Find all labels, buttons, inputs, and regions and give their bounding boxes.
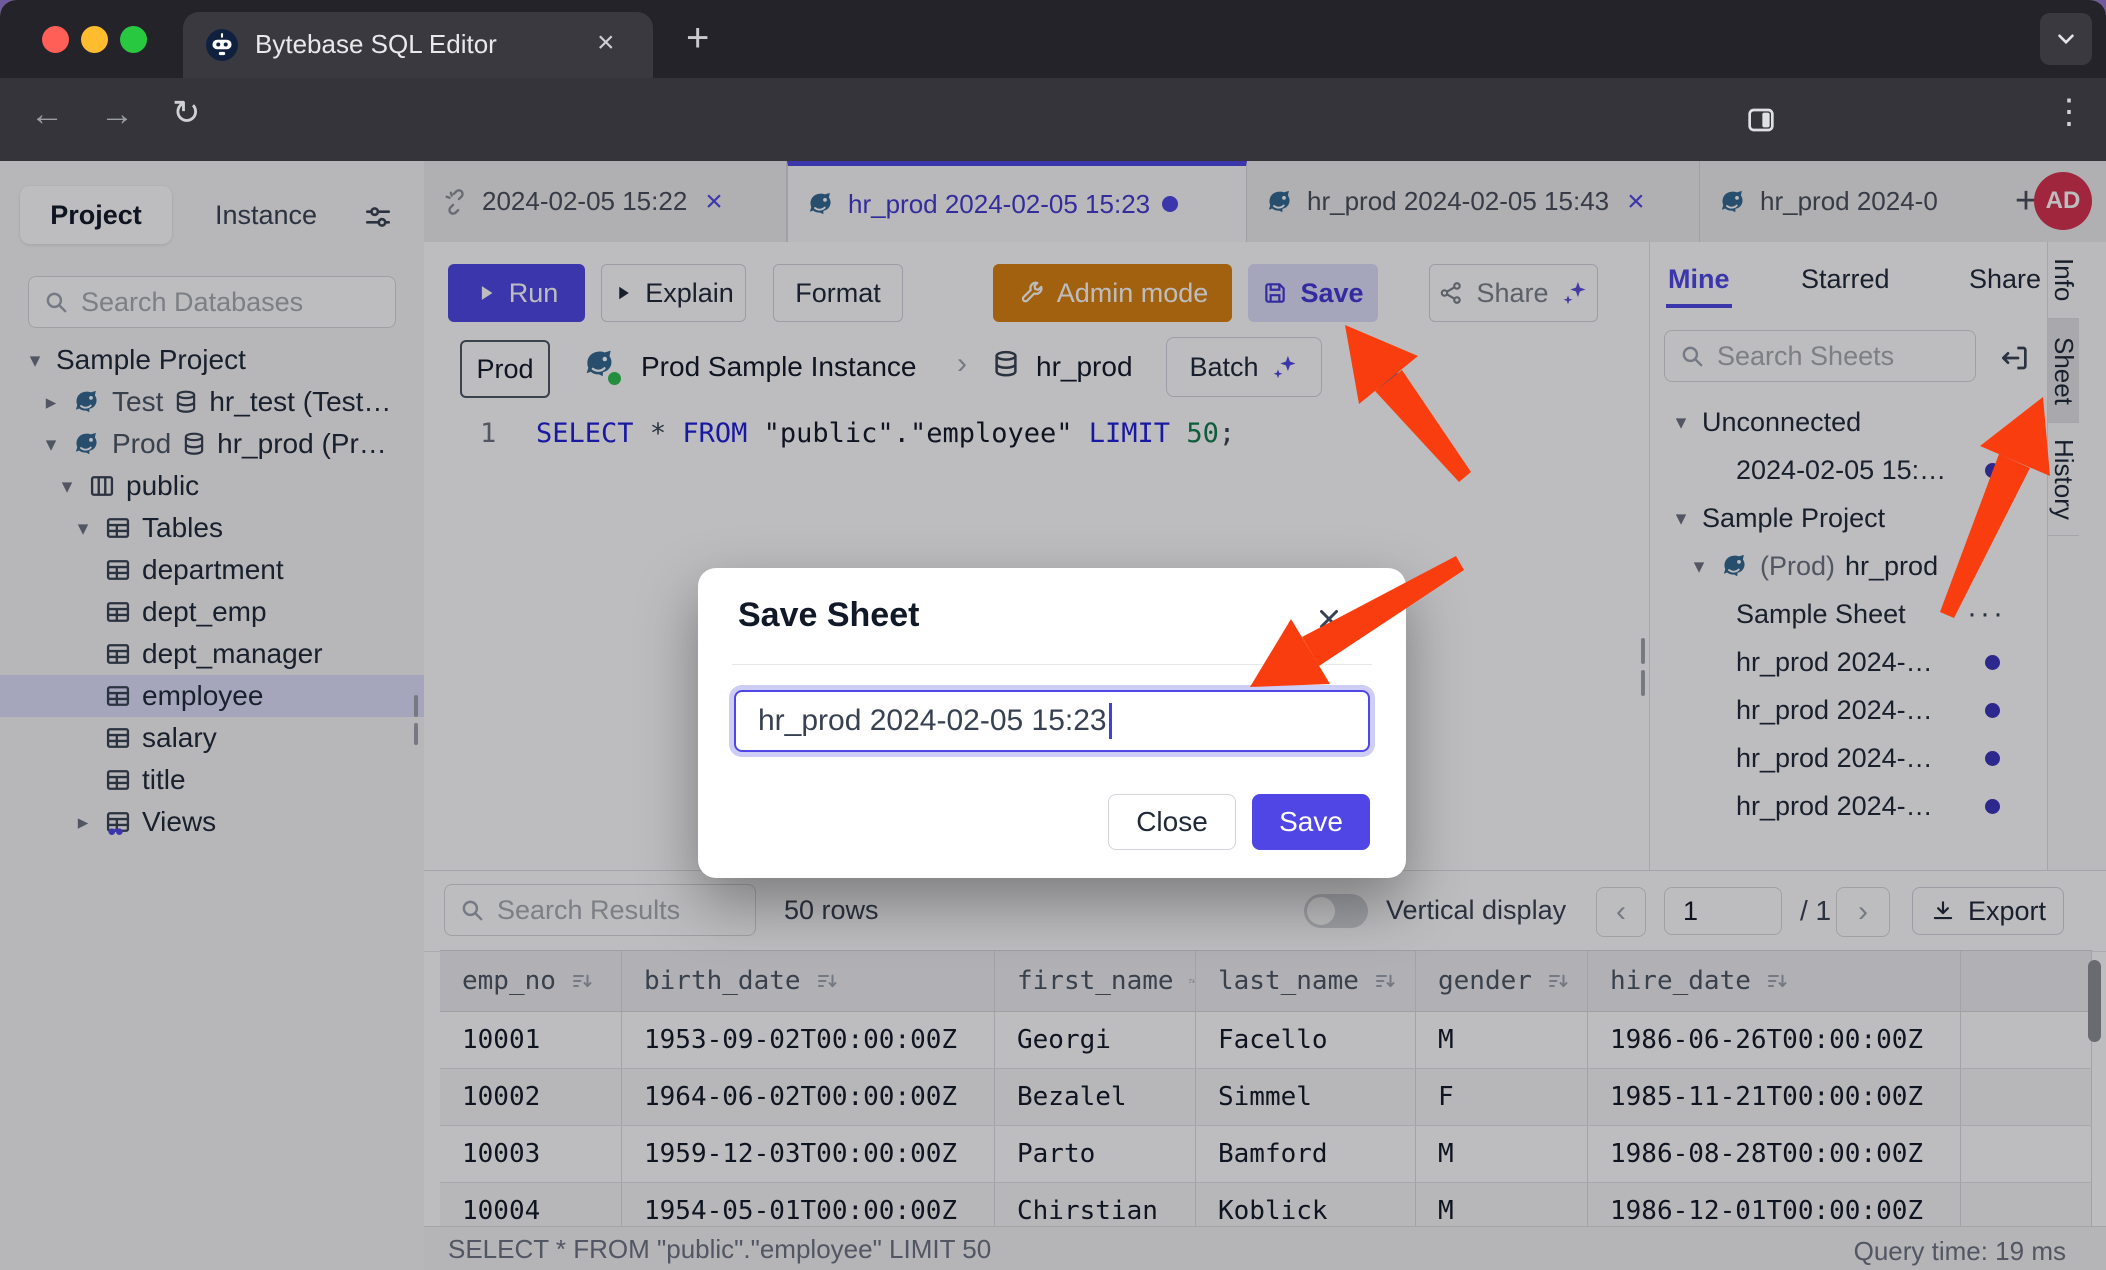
browser-toolbar: ← → ↻ localhost:8080/sql-editor/prod-sam… xyxy=(0,78,2106,161)
back-icon[interactable]: ← xyxy=(30,95,64,134)
window-close-button[interactable] xyxy=(42,26,69,53)
forward-icon[interactable]: → xyxy=(100,95,134,134)
side-panel-icon[interactable] xyxy=(1745,104,1777,136)
close-button[interactable]: Close xyxy=(1108,794,1236,850)
save-sheet-dialog: Save Sheet hr_prod 2024-02-05 15:23 Clos… xyxy=(698,568,1406,878)
reload-icon[interactable]: ↻ xyxy=(172,93,201,133)
browser-menu-icon[interactable]: ⋮ xyxy=(2052,92,2086,132)
close-icon[interactable] xyxy=(1314,604,1344,634)
dialog-title: Save Sheet xyxy=(738,596,919,635)
tab-close-icon[interactable]: × xyxy=(597,26,615,60)
bytebase-favicon xyxy=(205,28,239,62)
browser-tab-bar: Bytebase SQL Editor × + xyxy=(0,0,2106,78)
window-zoom-button[interactable] xyxy=(120,26,147,53)
dialog-divider xyxy=(732,664,1372,665)
browser-tab-title: Bytebase SQL Editor xyxy=(255,29,497,60)
text-caret xyxy=(1109,703,1112,739)
chevron-down-icon xyxy=(2053,26,2079,52)
browser-tab[interactable]: Bytebase SQL Editor × xyxy=(183,12,653,78)
tab-search-button[interactable] xyxy=(2040,13,2092,65)
save-button[interactable]: Save xyxy=(1252,794,1370,850)
window-minimize-button[interactable] xyxy=(81,26,108,53)
new-tab-icon[interactable]: + xyxy=(686,16,709,61)
screenshot-root: Bytebase SQL Editor × + ← → ↻ localhost:… xyxy=(0,0,2106,1270)
sheet-name-input[interactable]: hr_prod 2024-02-05 15:23 xyxy=(734,690,1370,752)
